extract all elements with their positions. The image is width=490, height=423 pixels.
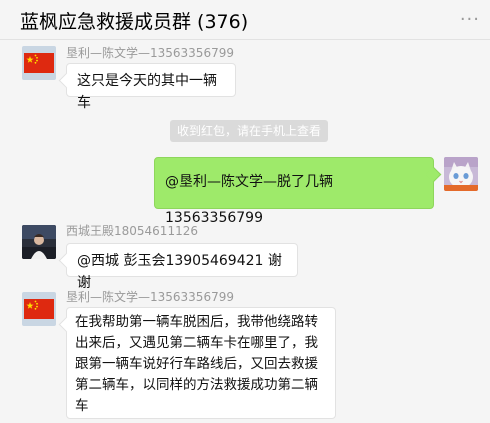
more-options-icon[interactable]: ··· [460,9,480,30]
message-bubble[interactable]: 这只是今天的其中一辆车 [66,63,236,111]
message-line: 在我帮助第一辆车脱困后，我带他绕路转 [75,314,318,330]
china-flag-icon[interactable] [22,292,56,326]
chat-header: 蓝枫应急救援成员群 (376) ··· [0,0,490,40]
sender-name: 西城王殿18054611126 [66,224,198,238]
cat-avatar-icon[interactable] [444,157,478,191]
message-line: 出来后，又遇见第二辆车卡在哪里了，我 [75,335,318,351]
message-bubble[interactable]: @西城 彭玉会13905469421 谢谢 [66,243,298,291]
sender-name: 垦利—陈文学—13563356799 [66,290,234,304]
sender-name: 垦利—陈文学—13563356799 [66,46,234,60]
system-notice: 收到红包，请在手机上查看 [170,120,329,142]
message-line: 车 [75,398,89,414]
person-photo-avatar-icon[interactable] [22,225,56,259]
message-line: 跟第一辆车说好行车路线后，又回去救援 [75,356,318,372]
long-message-bubble[interactable]: 在我帮助第一辆车脱困后，我带他绕路转 出来后，又遇见第二辆车卡在哪里了，我 跟第… [66,307,336,419]
message-line: 第二辆车，以同样的方法救援成功第二辆 [75,377,318,393]
china-flag-icon[interactable] [22,46,56,80]
self-message-bubble[interactable]: @垦利—陈文学—脱了几辆13563356799 [154,157,434,226]
chat-title: 蓝枫应急救援成员群 (376) [20,11,249,33]
